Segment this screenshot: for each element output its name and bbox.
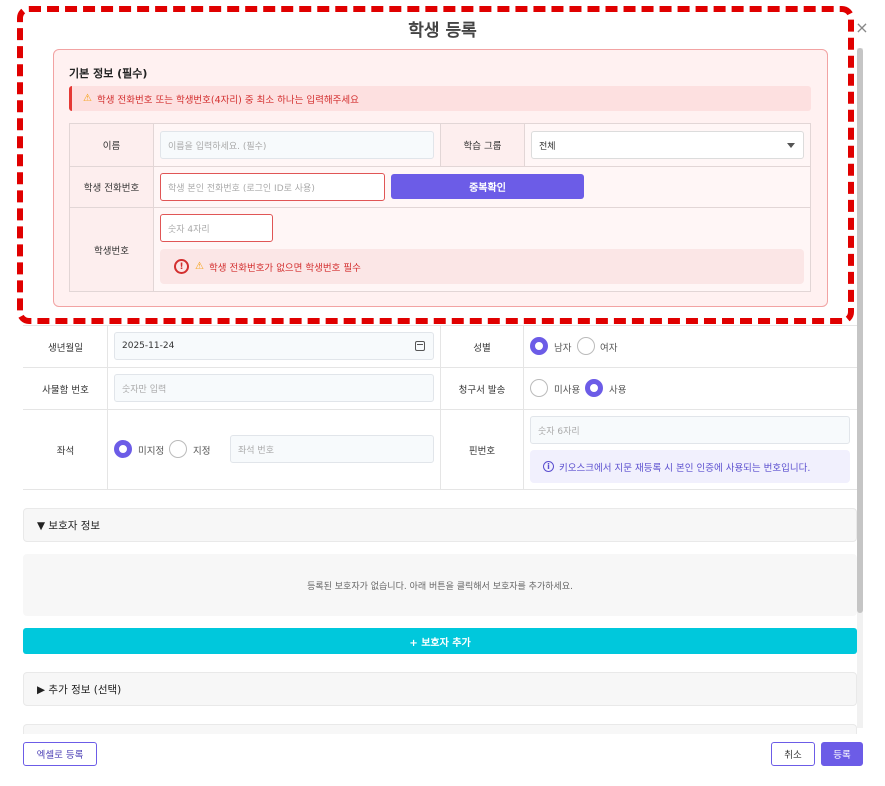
gender-female-label: 여자 [600,343,618,354]
pin-input[interactable]: 숫자 6자리 [530,416,850,444]
warning-text: 학생 전화번호 또는 학생번호(4자리) 중 최소 하나는 입력해주세요 [96,94,359,106]
phone-input[interactable]: 학생 본인 전화번호 (로그인 ID로 사용) [160,173,385,201]
name-label: 이름 [70,124,153,166]
gender-male-label: 남자 [554,343,572,354]
birth-label: 생년월일 [24,326,107,367]
extra-info-section-toggle[interactable]: ▶ 추가 정보 (선택) [23,672,857,706]
birth-value: 2025-11-24 [122,341,175,351]
birth-input[interactable]: 2025-11-24 [114,332,434,360]
gender-male-radio[interactable] [530,337,548,355]
warning-icon: ⚠ [195,261,204,272]
group-select[interactable]: 전체 [531,131,804,159]
invoice-off-label: 미사용 [554,385,581,396]
basic-info-title: 기본 정보 (필수) [69,67,148,80]
student-no-error-text: 학생 전화번호가 없으면 학생번호 필수 [208,262,361,274]
invoice-label: 청구서 발송 [441,368,523,409]
guardian-section-toggle[interactable]: ▼ 보호자 정보 [23,508,857,542]
excel-import-button[interactable]: 엑셀로 등록 [23,742,97,766]
warning-banner: ⚠ 학생 전화번호 또는 학생번호(4자리) 중 최소 하나는 입력해주세요 [69,86,811,111]
chevron-down-icon [787,143,795,148]
student-no-label: 학생번호 [70,208,153,291]
calendar-icon[interactable] [415,341,425,351]
pin-label: 핀번호 [441,410,523,489]
next-section-bar [23,724,857,734]
invoice-on-radio[interactable] [585,379,603,397]
pin-info: i 키오스크에서 지문 재등록 시 본인 인증에 사용되는 번호입니다. [530,450,850,483]
info-icon: i [543,461,554,472]
close-icon[interactable]: × [852,18,872,38]
warning-icon: ⚠ [83,93,92,104]
seat-label: 좌석 [24,410,107,489]
seat-assigned-label: 지정 [193,446,211,457]
seat-assigned-radio[interactable] [169,440,187,458]
add-guardian-button[interactable]: + 보호자 추가 [23,628,857,654]
pin-info-text: 키오스크에서 지문 재등록 시 본인 인증에 사용되는 번호입니다. [559,462,811,474]
guardian-empty-state: 등록된 보호자가 없습니다. 아래 버튼을 클릭해서 보호자를 추가하세요. [23,554,857,616]
invoice-on-label: 사용 [609,385,627,396]
group-label: 학습 그룹 [441,124,524,166]
student-no-error: ! ⚠ 학생 전화번호가 없으면 학생번호 필수 [160,249,804,284]
modal-title: 학생 등록 [408,21,477,41]
gender-label: 성별 [441,326,523,367]
scrollbar-thumb[interactable] [857,48,863,613]
seat-number-input[interactable]: 좌석 번호 [230,435,434,463]
name-input[interactable]: 이름을 입력하세요. (필수) [160,131,434,159]
cancel-button[interactable]: 취소 [771,742,815,766]
locker-label: 사물함 번호 [24,368,107,409]
seat-unassigned-label: 미지정 [138,446,165,457]
invoice-off-radio[interactable] [530,379,548,397]
gender-female-radio[interactable] [577,337,595,355]
error-icon: ! [174,259,189,274]
locker-input[interactable]: 숫자만 입력 [114,374,434,402]
seat-unassigned-radio[interactable] [114,440,132,458]
dup-check-button[interactable]: 중복확인 [391,174,584,199]
submit-button[interactable]: 등록 [821,742,863,766]
student-no-input[interactable]: 숫자 4자리 [160,214,273,242]
group-select-value: 전체 [539,141,556,152]
phone-label: 학생 전화번호 [70,167,153,207]
